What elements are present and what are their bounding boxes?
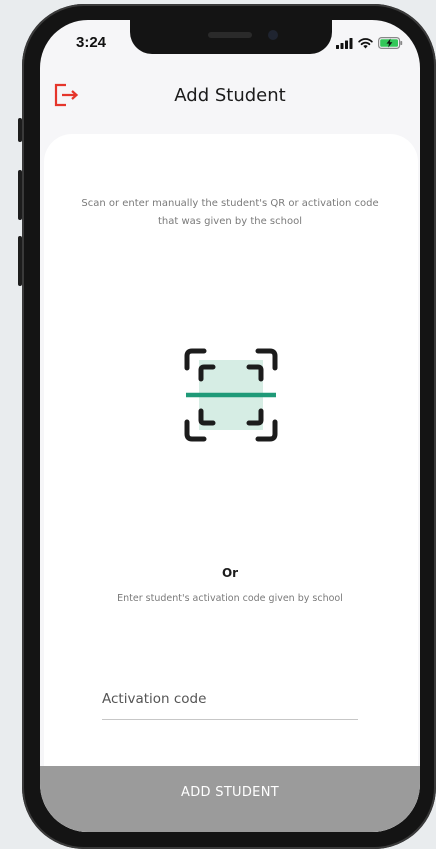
signal-icon [336, 34, 353, 53]
status-time: 3:24 [76, 34, 107, 51]
qr-scan-icon [184, 348, 278, 446]
qr-scan-button[interactable] [184, 348, 278, 442]
mute-switch [18, 118, 22, 142]
add-student-button[interactable]: ADD STUDENT [40, 766, 420, 832]
content-card [44, 134, 418, 832]
page-title: Add Student [174, 85, 286, 106]
status-icons [336, 34, 403, 53]
battery-charging-icon [378, 34, 403, 53]
enter-code-instructions: Enter student's activation code given by… [117, 593, 343, 604]
app-header: Add Student [40, 76, 420, 120]
front-camera [268, 30, 278, 40]
wifi-icon [358, 34, 373, 53]
volume-down-button [18, 236, 22, 286]
volume-up-button [18, 170, 22, 220]
notch [130, 20, 332, 54]
activation-code-input[interactable] [102, 674, 358, 720]
speaker [208, 32, 252, 38]
scan-instructions: Scan or enter manually the student's QR … [81, 198, 379, 227]
or-divider: Or [221, 566, 239, 580]
phone-screen: 3:24 Add Student Scan or enter manually … [40, 20, 420, 832]
